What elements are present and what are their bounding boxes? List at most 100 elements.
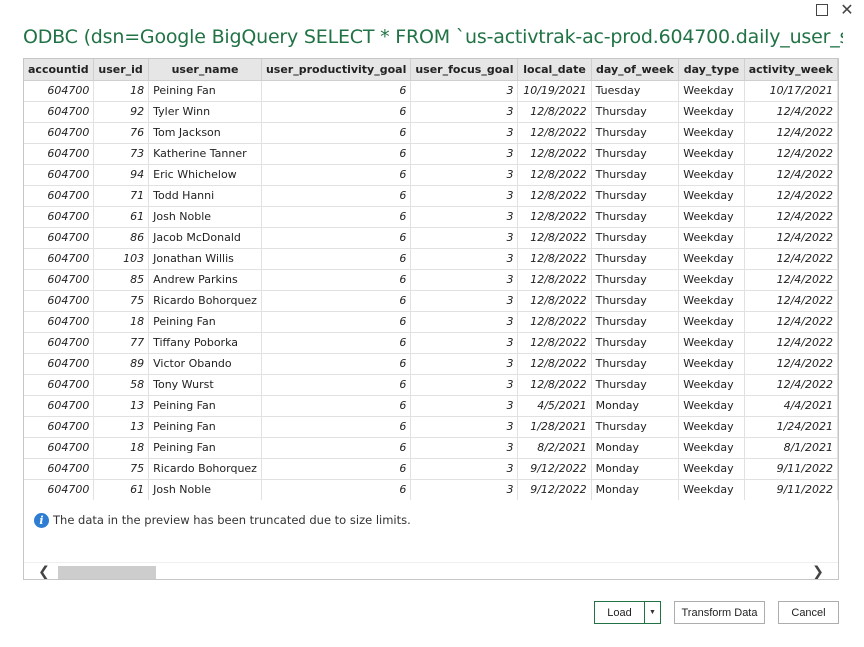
table-row: 604700 89 Victor Obando 6 3 12/8/2022 Thursday… — [24, 353, 838, 375]
cell-accountid: 604700 — [24, 143, 95, 165]
cell-activity-week: 9/11/2022 — [744, 458, 838, 480]
table-body: 604700 18 Peining Fan 6 3 10/19/2021 Tuesday We… — [24, 80, 838, 500]
cell-user-name: Tom Jackson — [148, 122, 262, 144]
cell-user-productivity-goal: 6 — [261, 353, 412, 375]
cell-local-date: 12/8/2022 — [517, 332, 592, 354]
transform-data-button[interactable]: Transform Data — [674, 601, 765, 624]
cell-user-name: Peining Fan — [148, 416, 262, 438]
cell-accountid: 604700 — [24, 206, 95, 228]
cell-user-id: 92 — [93, 101, 150, 123]
cell-activity-week: 12/4/2022 — [744, 227, 838, 249]
cell-activity-week: 12/4/2022 — [744, 248, 838, 270]
cell-activity-week: 12/4/2022 — [744, 332, 838, 354]
cell-user-id: 86 — [93, 227, 150, 249]
cell-activity-week: 12/4/2022 — [744, 101, 838, 123]
cell-accountid: 604700 — [24, 353, 95, 375]
cell-accountid: 604700 — [24, 80, 95, 102]
cell-user-name: Ricardo Bohorquez — [148, 458, 262, 480]
cell-day-of-week: Thursday — [591, 290, 680, 312]
cell-activity-week: 9/11/2022 — [744, 479, 838, 500]
cell-activity-week: 12/4/2022 — [744, 143, 838, 165]
cell-local-date: 12/8/2022 — [517, 206, 592, 228]
cell-day-type: Weekday — [678, 185, 745, 207]
column-header-local-date[interactable]: local_date — [517, 59, 592, 81]
cell-user-productivity-goal: 6 — [261, 101, 412, 123]
table-row: 604700 94 Eric Whichelow 6 3 12/8/2022 Thursda… — [24, 164, 838, 186]
cell-accountid: 604700 — [24, 290, 95, 312]
scroll-right-icon[interactable]: ❯ — [808, 563, 828, 579]
preview-table: accountid user_id user_name user_productivi… — [24, 59, 838, 500]
cell-user-id: 85 — [93, 269, 150, 291]
cell-activity-week: 12/4/2022 — [744, 122, 838, 144]
cell-accountid: 604700 — [24, 248, 95, 270]
cell-local-date: 12/8/2022 — [517, 122, 592, 144]
column-header-day-of-week[interactable]: day_of_week — [591, 59, 680, 81]
cell-user-focus-goal: 3 — [410, 269, 519, 291]
cell-user-name: Tyler Winn — [148, 101, 262, 123]
column-header-user-name[interactable]: user_name — [148, 59, 262, 81]
cell-local-date: 12/8/2022 — [517, 374, 592, 396]
cell-user-focus-goal: 3 — [410, 143, 519, 165]
cell-accountid: 604700 — [24, 269, 95, 291]
cell-local-date: 12/8/2022 — [517, 164, 592, 186]
scroll-thumb[interactable] — [58, 566, 156, 579]
cell-user-productivity-goal: 6 — [261, 290, 412, 312]
table-row: 604700 85 Andrew Parkins 6 3 12/8/2022 Thursda… — [24, 269, 838, 291]
cell-day-of-week: Thursday — [591, 311, 680, 333]
cell-day-type: Weekday — [678, 332, 745, 354]
column-header-activity-week[interactable]: activity_week — [744, 59, 838, 81]
cell-activity-week: 12/4/2022 — [744, 353, 838, 375]
column-header-user-focus-goal[interactable]: user_focus_goal — [410, 59, 519, 81]
table-row: 604700 71 Todd Hanni 6 3 12/8/2022 Thursday Wee… — [24, 185, 838, 207]
horizontal-scrollbar[interactable]: ❮ ❯ — [24, 562, 838, 579]
cell-local-date: 9/12/2022 — [517, 458, 592, 480]
cell-user-id: 58 — [93, 374, 150, 396]
cell-user-id: 89 — [93, 353, 150, 375]
cell-accountid: 604700 — [24, 395, 95, 417]
column-header-accountid[interactable]: accountid — [24, 59, 95, 81]
window-title: ODBC (dsn=Google BigQuery SELECT * FROM … — [23, 26, 843, 48]
column-header-day-type[interactable]: day_type — [678, 59, 745, 81]
close-icon[interactable]: ✕ — [836, 0, 858, 20]
cell-day-type: Weekday — [678, 395, 745, 417]
cell-user-productivity-goal: 6 — [261, 479, 412, 500]
cell-day-type: Weekday — [678, 80, 745, 102]
cell-accountid: 604700 — [24, 416, 95, 438]
cell-day-of-week: Thursday — [591, 248, 680, 270]
cell-accountid: 604700 — [24, 311, 95, 333]
cell-day-type: Weekday — [678, 269, 745, 291]
cell-user-productivity-goal: 6 — [261, 143, 412, 165]
cell-activity-week: 12/4/2022 — [744, 206, 838, 228]
table-row: 604700 18 Peining Fan 6 3 10/19/2021 Tuesday We… — [24, 80, 838, 102]
cancel-button[interactable]: Cancel — [778, 601, 839, 624]
maximize-icon[interactable] — [816, 4, 828, 16]
cell-day-of-week: Thursday — [591, 416, 680, 438]
cell-day-of-week: Thursday — [591, 206, 680, 228]
cell-user-id: 75 — [93, 290, 150, 312]
cell-accountid: 604700 — [24, 479, 95, 500]
scroll-left-icon[interactable]: ❮ — [34, 563, 54, 579]
truncation-notice: i The data in the preview has been trunc… — [34, 511, 411, 529]
cell-day-of-week: Thursday — [591, 143, 680, 165]
column-header-user-productivity-goal[interactable]: user_productivity_goal — [261, 59, 412, 81]
cell-user-name: Tony Wurst — [148, 374, 262, 396]
cell-day-type: Weekday — [678, 374, 745, 396]
load-dropdown-arrow-icon[interactable]: ▼ — [645, 602, 660, 623]
column-header-user-id[interactable]: user_id — [93, 59, 150, 81]
cell-user-focus-goal: 3 — [410, 395, 519, 417]
table-row: 604700 75 Ricardo Bohorquez 6 3 9/12/2022 Mond… — [24, 458, 838, 480]
cell-day-type: Weekday — [678, 101, 745, 123]
cell-day-type: Weekday — [678, 227, 745, 249]
cell-user-productivity-goal: 6 — [261, 269, 412, 291]
cell-user-name: Eric Whichelow — [148, 164, 262, 186]
cell-user-focus-goal: 3 — [410, 353, 519, 375]
cell-day-type: Weekday — [678, 143, 745, 165]
cell-day-of-week: Monday — [591, 458, 680, 480]
cell-activity-week: 8/1/2021 — [744, 437, 838, 459]
cell-day-of-week: Thursday — [591, 374, 680, 396]
cell-accountid: 604700 — [24, 101, 95, 123]
load-split-button[interactable]: Load ▼ — [594, 601, 661, 624]
cell-local-date: 10/19/2021 — [517, 80, 592, 102]
cell-activity-week: 12/4/2022 — [744, 374, 838, 396]
load-button[interactable]: Load — [595, 602, 645, 623]
